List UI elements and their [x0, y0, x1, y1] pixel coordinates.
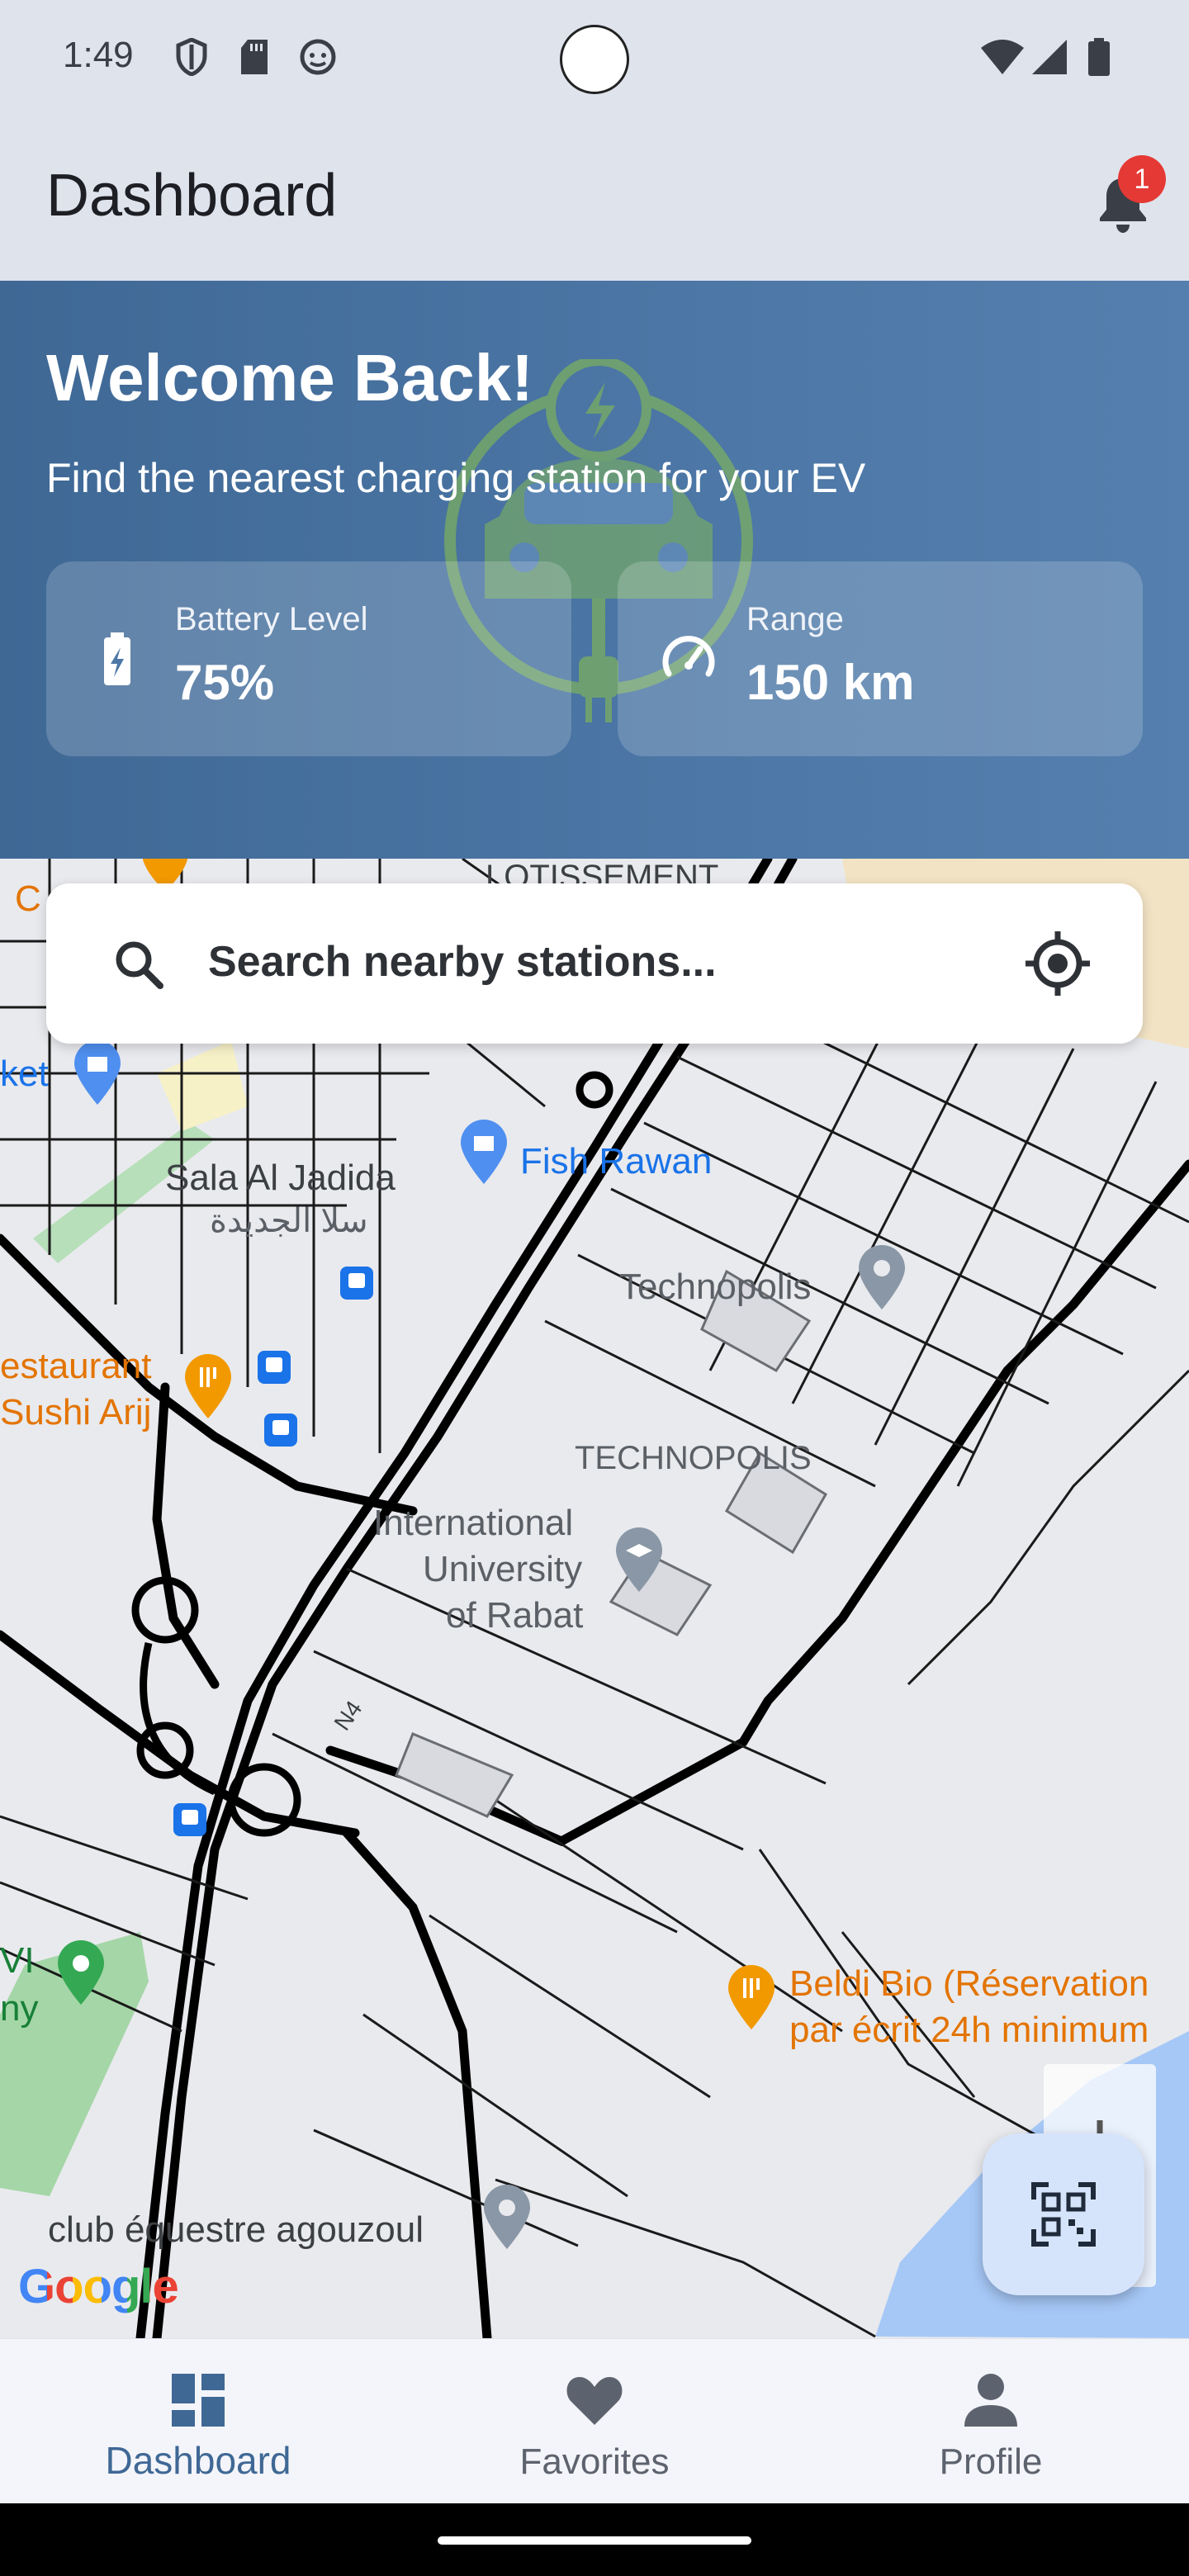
sd-card-icon — [241, 40, 268, 74]
qr-code-scanner-icon — [1031, 2182, 1096, 2247]
heart-icon — [566, 2377, 623, 2425]
status-time: 1:49 — [63, 35, 134, 75]
qr-scan-button[interactable] — [983, 2133, 1144, 2295]
search-bar — [46, 883, 1143, 1044]
person-icon — [964, 2374, 1017, 2427]
speedometer-icon — [662, 636, 715, 677]
map-roads — [0, 859, 1189, 2338]
place-pin-icon[interactable] — [481, 2185, 533, 2251]
map-label-sala-al-jadida: Sala Al Jadida — [165, 1158, 396, 1198]
map-label-vi: VI — [0, 1940, 35, 1981]
search-input[interactable] — [208, 925, 1001, 999]
nav-item-favorites[interactable]: Favorites — [396, 2339, 793, 2504]
cellular-signal-icon — [1032, 40, 1067, 74]
map-label-market: ket — [0, 1054, 49, 1094]
map-label-beldi-2: par écrit 24h minimum — [789, 2010, 1149, 2050]
front-camera — [560, 25, 629, 94]
map-label-sushi: Sushi Arij — [0, 1392, 152, 1432]
map-label-university-2: University — [423, 1549, 583, 1589]
restaurant-pin-icon[interactable] — [725, 1965, 778, 2031]
dashboard-icon — [172, 2374, 225, 2427]
place-pin-icon[interactable] — [855, 1245, 908, 1311]
map-label-technopolis-area: TECHNOPOLIS — [575, 1440, 812, 1476]
battery-level-label: Battery Level — [175, 601, 368, 637]
nav-item-dashboard[interactable]: Dashboard — [0, 2339, 396, 2504]
nav-label-favorites: Favorites — [519, 2441, 670, 2482]
bottom-navigation: Dashboard Favorites Profile — [0, 2338, 1189, 2503]
my-location-icon[interactable] — [1022, 928, 1093, 999]
map-label-club: club équestre agouzoul — [48, 2209, 424, 2250]
range-label: Range — [746, 601, 844, 637]
bus-stop-icon[interactable] — [263, 1412, 299, 1448]
shopping-pin-icon[interactable] — [457, 1120, 510, 1186]
bus-stop-icon[interactable] — [172, 1802, 208, 1838]
shopping-pin-icon[interactable] — [71, 1040, 124, 1106]
app-bar: Dashboard 1 — [0, 124, 1189, 281]
home-gesture-handle[interactable] — [438, 2536, 751, 2545]
status-bar: 1:49 — [0, 0, 1189, 124]
map-label-c: C — [15, 878, 41, 919]
page-title: Dashboard — [46, 163, 338, 229]
university-pin-icon[interactable] — [613, 1527, 666, 1593]
map-label-ny: ny — [0, 1988, 39, 2029]
bus-stop-icon[interactable] — [256, 1349, 292, 1385]
welcome-title: Welcome Back! — [46, 341, 533, 414]
battery-icon — [104, 632, 130, 685]
welcome-subtitle: Find the nearest charging station for yo… — [46, 455, 866, 501]
google-logo-text: Google — [18, 2260, 179, 2313]
map-label-university-1: International — [373, 1503, 574, 1543]
park-pin-icon[interactable] — [54, 1940, 107, 2006]
battery-level-value: 75% — [175, 655, 275, 710]
map-label-university-3: of Rabat — [446, 1595, 584, 1636]
map-label-beldi-1: Beldi Bio (Réservation — [789, 1963, 1149, 2004]
welcome-banner: Welcome Back! Find the nearest charging … — [0, 281, 1189, 859]
battery-status-icon — [1088, 38, 1110, 76]
notification-badge: 1 — [1118, 155, 1166, 203]
nav-label-dashboard: Dashboard — [105, 2439, 291, 2482]
shield-icon — [176, 38, 207, 76]
bus-stop-icon[interactable] — [339, 1265, 375, 1301]
range-card: Range 150 km — [618, 561, 1143, 756]
map-label-technopolis-poi: Technopolis — [619, 1267, 812, 1307]
map-label-restaurant: estaurant — [0, 1346, 152, 1386]
map-label-sala-arabic: سلا الجديدة — [210, 1203, 368, 1239]
app-face-icon — [300, 39, 336, 75]
search-icon[interactable] — [109, 935, 168, 994]
nav-item-profile[interactable]: Profile — [793, 2339, 1189, 2504]
restaurant-pin-icon[interactable] — [182, 1354, 234, 1420]
nav-label-profile: Profile — [939, 2441, 1043, 2482]
map-label-fish-rawan: Fish Rawan — [520, 1141, 713, 1181]
range-value: 150 km — [746, 655, 915, 710]
map-view[interactable]: LOTISSEMENT C ket Fish Rawan Sala Al Jad… — [0, 859, 1189, 2338]
gesture-navigation-bar — [0, 2503, 1189, 2576]
battery-level-card: Battery Level 75% — [46, 561, 571, 756]
google-attribution: Google — [18, 2259, 179, 2314]
wifi-icon — [981, 40, 1024, 74]
